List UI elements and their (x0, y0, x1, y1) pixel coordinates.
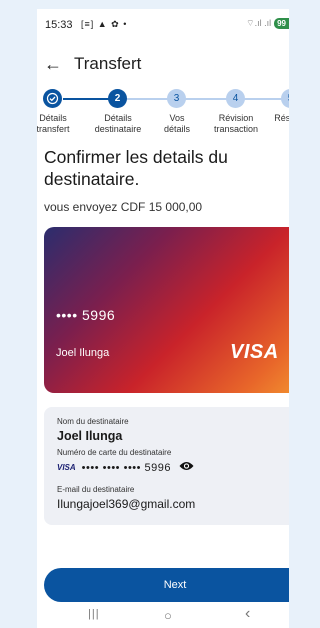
nav-back-icon[interactable]: ‹ (245, 605, 250, 623)
home-icon[interactable]: ○ (164, 608, 172, 623)
confirm-heading: Confirmer les details du destinataire. (44, 147, 228, 189)
status-bar: 15:33 [≡] ▲ ✿ • ⌔.ıl .ıl 99 (37, 9, 289, 37)
card-number: •••• 5996 (56, 307, 116, 323)
step-3-label: Vos détails (163, 113, 190, 134)
bank-card: •••• 5996 Joel Ilunga VISA (44, 227, 289, 393)
notification-icons: [≡] ▲ ✿ • (81, 19, 128, 29)
step-1-label: Détails transfert (37, 113, 70, 134)
recipient-card-label: Numéro de carte du destinataire (57, 448, 172, 457)
recipient-email-value: Ilungajoel369@gmail.com (57, 497, 196, 511)
battery-icon: 99 (274, 18, 289, 29)
phone-screen: 15:33 [≡] ▲ ✿ • ⌔.ıl .ıl 99 ← Transfert … (37, 9, 289, 628)
recipient-card-number: •••• •••• •••• 5996 (81, 461, 172, 474)
system-nav-bar: ||| ○ ‹ (37, 605, 289, 628)
step-5-label: Résumé (274, 113, 289, 123)
step-2-circle[interactable]: 2 (108, 89, 127, 108)
next-button[interactable]: Next (44, 568, 289, 602)
recipient-card-row: VISA •••• •••• •••• 5996 (57, 461, 194, 474)
visa-logo-icon: VISA (230, 341, 279, 363)
recents-icon[interactable]: ||| (88, 608, 100, 620)
step-2-label: Détails destinataire (94, 113, 142, 134)
app-bar: ← Transfert (37, 49, 289, 79)
step-4-label: Révision transaction (213, 113, 259, 134)
step-3-circle[interactable]: 3 (167, 89, 186, 108)
progress-stepper: Détails transfert 2 Détails destinataire… (37, 89, 289, 141)
back-arrow-icon[interactable]: ← (44, 55, 66, 73)
visa-small-icon: VISA (57, 463, 76, 472)
step-5-circle[interactable]: 5 (281, 89, 289, 108)
recipient-name-label: Nom du destinataire (57, 417, 129, 426)
recipient-name-value: Joel Ilunga (57, 429, 123, 443)
recipient-email-label: E-mail du destinataire (57, 485, 135, 494)
signal-icon: ⌔.ıl .ıl (246, 18, 272, 28)
step-4-circle[interactable]: 4 (226, 89, 245, 108)
amount-text: vous envoyez CDF 15 000,00 (44, 200, 203, 214)
recipient-details-panel: Nom du destinataire Joel Ilunga Numéro d… (44, 407, 289, 525)
card-holder-name: Joel Ilunga (56, 347, 110, 359)
eye-icon[interactable] (179, 461, 194, 474)
page-title: Transfert (74, 54, 142, 73)
step-connector (63, 98, 111, 100)
status-right: ⌔.ıl .ıl 99 (246, 18, 289, 29)
status-time: 15:33 (45, 19, 73, 31)
step-1-check-icon[interactable] (43, 89, 62, 108)
